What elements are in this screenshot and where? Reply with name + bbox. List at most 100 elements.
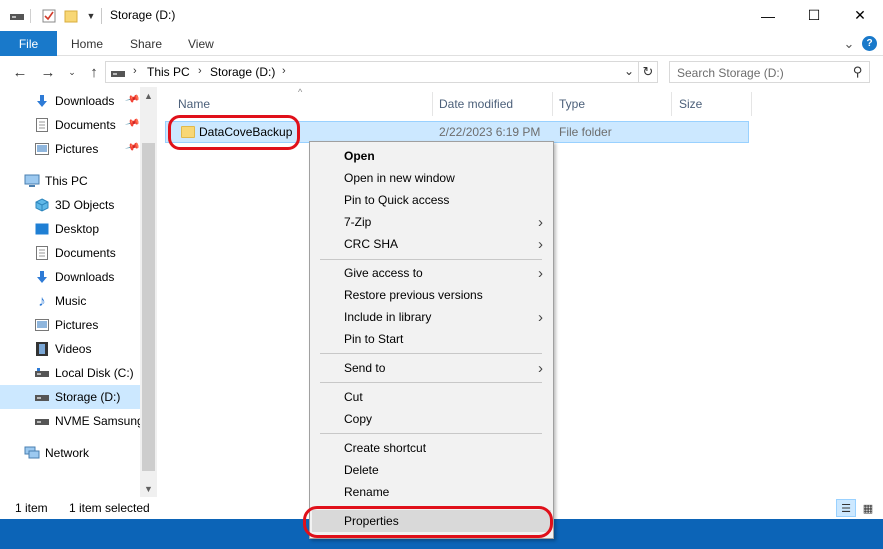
music-note-icon: ♪: [38, 292, 46, 310]
drive-icon: [34, 413, 50, 429]
drive-icon: [111, 67, 125, 81]
search-input[interactable]: Search Storage (D:): [677, 66, 784, 80]
menu-item-open[interactable]: Open: [312, 145, 551, 167]
minimize-button[interactable]: —: [745, 0, 791, 31]
ribbon-tabs: File Home Share View ⌄ ?: [0, 31, 883, 56]
new-folder-icon[interactable]: [62, 7, 80, 25]
breadcrumb-chevron-icon[interactable]: ›: [282, 65, 286, 77]
submenu-chevron-icon: ›: [538, 235, 543, 253]
nav-item-network[interactable]: Network: [0, 441, 140, 465]
pin-icon[interactable]: 📌: [124, 140, 140, 156]
nav-item-downloads[interactable]: Downloads: [0, 265, 140, 289]
breadcrumb-chevron-icon[interactable]: ›: [198, 65, 202, 77]
menu-item-create-shortcut[interactable]: Create shortcut: [312, 437, 551, 459]
submenu-chevron-icon: ›: [538, 213, 543, 231]
address-dropdown-icon[interactable]: ⌄: [624, 64, 634, 78]
menu-separator: [320, 259, 542, 260]
column-header-name[interactable]: Name: [178, 92, 210, 116]
nav-item-this-pc[interactable]: This PC: [0, 169, 140, 193]
menu-separator: [320, 353, 542, 354]
up-arrow-icon[interactable]: ↑: [84, 62, 104, 82]
recent-locations-icon[interactable]: ⌄: [62, 62, 82, 82]
menu-item-7zip[interactable]: 7-Zip ›: [312, 211, 551, 233]
breadcrumb-storage[interactable]: Storage (D:): [210, 65, 275, 79]
details-view-icon[interactable]: ☰: [836, 499, 856, 517]
tab-file[interactable]: File: [0, 31, 57, 56]
menu-item-rename[interactable]: Rename: [312, 481, 551, 503]
column-divider[interactable]: [552, 92, 553, 116]
scroll-thumb[interactable]: [142, 143, 155, 471]
nav-label: Pictures: [55, 142, 99, 156]
menu-item-cut[interactable]: Cut: [312, 386, 551, 408]
close-button[interactable]: ✕: [837, 0, 883, 31]
tab-view[interactable]: View: [188, 31, 214, 56]
nav-scrollbar[interactable]: ▲ ▼: [140, 87, 157, 497]
nav-item-desktop[interactable]: Desktop: [0, 217, 140, 241]
pin-icon[interactable]: 📌: [124, 92, 140, 108]
nav-label: Videos: [55, 342, 92, 356]
scroll-up-icon[interactable]: ▲: [140, 87, 157, 104]
column-header-type[interactable]: Type: [559, 92, 585, 116]
nav-item-documents[interactable]: Documents: [0, 241, 140, 265]
properties-check-icon[interactable]: [40, 7, 58, 25]
menu-item-send-to[interactable]: Send to ›: [312, 357, 551, 379]
nav-item-pictures-quick[interactable]: Pictures 📌: [0, 137, 140, 161]
menu-item-include-library[interactable]: Include in library ›: [312, 306, 551, 328]
table-row[interactable]: DataCoveBackup 2/22/2023 6:19 PM File fo…: [165, 121, 749, 143]
nav-item-documents-quick[interactable]: Documents 📌: [0, 113, 140, 137]
menu-item-crc-sha[interactable]: CRC SHA ›: [312, 233, 551, 255]
menu-item-delete[interactable]: Delete: [312, 459, 551, 481]
nav-label: Music: [55, 294, 87, 308]
drive-icon: [8, 7, 26, 25]
scroll-down-icon[interactable]: ▼: [140, 480, 157, 497]
menu-item-pin-quick-access[interactable]: Pin to Quick access: [312, 189, 551, 211]
search-box[interactable]: Search Storage (D:) ⚲: [669, 61, 870, 83]
column-header-date[interactable]: Date modified: [439, 92, 513, 116]
network-icon: [24, 445, 40, 461]
menu-label: Open: [344, 149, 375, 163]
forward-arrow-icon[interactable]: →: [38, 62, 58, 82]
maximize-button[interactable]: ☐: [791, 0, 837, 31]
qat-divider: [30, 9, 31, 23]
ribbon-expand-icon[interactable]: ⌄: [842, 36, 856, 52]
qat-customize-icon[interactable]: ▼: [84, 7, 98, 25]
nav-label: Downloads: [55, 270, 115, 284]
menu-item-pin-start[interactable]: Pin to Start: [312, 328, 551, 350]
nav-item-local-disk-c[interactable]: Local Disk (C:): [0, 361, 140, 385]
nav-item-3d-objects[interactable]: 3D Objects: [0, 193, 140, 217]
tab-home[interactable]: Home: [71, 31, 103, 56]
address-bar[interactable]: › This PC › Storage (D:) › ⌄: [105, 61, 639, 83]
column-divider[interactable]: [432, 92, 433, 116]
nav-item-pictures[interactable]: Pictures: [0, 313, 140, 337]
tab-share[interactable]: Share: [130, 31, 162, 56]
search-icon[interactable]: ⚲: [853, 64, 863, 80]
nav-item-music[interactable]: ♪ Music: [0, 289, 140, 313]
breadcrumb-this-pc[interactable]: This PC: [147, 65, 190, 79]
menu-item-give-access[interactable]: Give access to ›: [312, 262, 551, 284]
nav-label: Network: [45, 446, 90, 460]
download-arrow-icon: [34, 269, 50, 285]
large-icons-view-icon[interactable]: ▦: [858, 499, 878, 517]
nav-item-storage-d[interactable]: Storage (D:): [0, 385, 140, 409]
nav-label: 3D Objects: [55, 198, 115, 212]
help-icon[interactable]: ?: [862, 36, 877, 51]
pin-icon[interactable]: 📌: [124, 116, 140, 132]
nav-item-nvme-samsung[interactable]: NVME Samsung: [0, 409, 144, 433]
column-divider[interactable]: [671, 92, 672, 116]
breadcrumb-chevron-icon[interactable]: ›: [133, 65, 137, 77]
title-bar: ▼ Storage (D:) — ☐ ✕: [0, 0, 883, 31]
nav-item-videos[interactable]: Videos: [0, 337, 140, 361]
menu-item-restore-versions[interactable]: Restore previous versions: [312, 284, 551, 306]
column-header-size[interactable]: Size: [679, 92, 702, 116]
menu-item-properties[interactable]: Properties: [312, 510, 551, 532]
nav-label: NVME Samsung: [55, 414, 144, 428]
menu-item-open-new-window[interactable]: Open in new window: [312, 167, 551, 189]
column-divider[interactable]: [751, 92, 752, 116]
nav-item-downloads-quick[interactable]: Downloads 📌: [0, 89, 140, 113]
back-arrow-icon[interactable]: ←: [10, 62, 30, 82]
menu-item-copy[interactable]: Copy: [312, 408, 551, 430]
file-name[interactable]: DataCoveBackup: [199, 125, 292, 139]
menu-label: Pin to Start: [344, 332, 404, 346]
refresh-icon[interactable]: ↻: [638, 61, 658, 83]
menu-label: Create shortcut: [344, 441, 427, 455]
